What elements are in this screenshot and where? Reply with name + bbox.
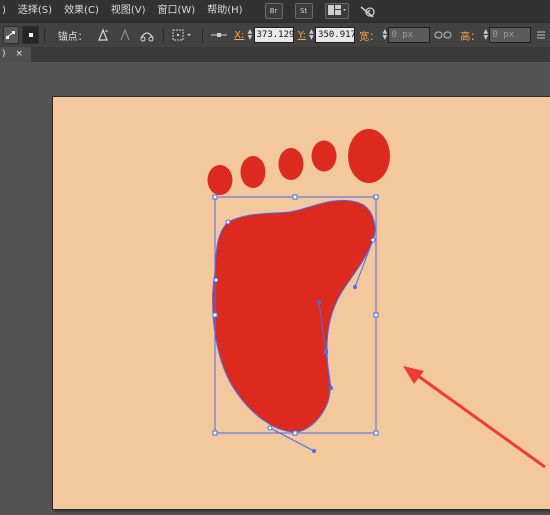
document-tab-bar: ) × <box>0 47 550 63</box>
toe-1[interactable] <box>207 165 233 195</box>
bbox-handle[interactable] <box>212 194 218 200</box>
menu-item-view[interactable]: 视图(V) <box>105 0 152 22</box>
bbox-handle[interactable] <box>212 430 218 436</box>
toe-4[interactable] <box>311 140 337 172</box>
document-tab[interactable]: ) × <box>0 47 31 62</box>
constrain-link-icon[interactable] <box>433 26 453 44</box>
width-label: 宽： <box>359 31 380 43</box>
convert-smooth-button[interactable] <box>22 26 39 44</box>
foot-sole-shape[interactable] <box>212 199 376 433</box>
annotation-arrow-head <box>403 366 424 384</box>
artwork[interactable] <box>0 62 550 515</box>
direction-point[interactable] <box>353 285 357 289</box>
toe-3[interactable] <box>278 148 304 180</box>
y-input[interactable]: 350.917 1 <box>315 27 356 43</box>
height-label: 高： <box>460 31 481 43</box>
anchor-label: 锚点： <box>57 31 88 43</box>
align-anchor-icon[interactable] <box>211 26 228 44</box>
anchor-point-selected[interactable] <box>324 350 328 354</box>
reference-point-icon[interactable] <box>172 26 194 44</box>
menu-item-window[interactable]: 窗口(W) <box>152 0 202 22</box>
gpu-performance-icon[interactable] <box>359 3 377 19</box>
canvas-area[interactable] <box>0 62 550 515</box>
x-input[interactable]: 373.129 1 <box>253 27 294 43</box>
bbox-handle[interactable] <box>373 194 379 200</box>
arrange-documents-icon[interactable] <box>324 3 349 19</box>
direction-point[interactable] <box>312 449 316 453</box>
anchor-point[interactable] <box>225 219 231 225</box>
document-tab-label: ) <box>2 49 6 59</box>
width-input[interactable]: 0 px <box>388 27 431 43</box>
anchor-point[interactable] <box>213 277 219 283</box>
toe-big[interactable] <box>348 129 390 183</box>
bbox-handle[interactable] <box>373 430 379 436</box>
bridge-button[interactable]: Br <box>264 3 283 19</box>
convert-corner-button[interactable] <box>3 26 20 44</box>
y-label: Y: <box>297 29 306 41</box>
cut-path-icon[interactable] <box>139 26 155 44</box>
anchor-point[interactable] <box>370 237 376 243</box>
pen-remove-anchor-icon[interactable] <box>95 26 111 44</box>
bbox-handle[interactable] <box>292 194 298 200</box>
menu-item-effect[interactable]: 效果(C) <box>58 0 105 22</box>
bbox-handle[interactable] <box>373 312 379 318</box>
annotation-arrow-line <box>413 371 546 469</box>
menu-item-partial[interactable]: ) <box>0 0 12 22</box>
toe-2[interactable] <box>240 156 266 188</box>
menu-item-help[interactable]: 帮助(H) <box>201 0 248 22</box>
more-options-icon[interactable] <box>534 26 547 44</box>
control-bar: 锚点： X: ▲▼ 373.129 1 Y: ▲▼ 350.917 1 宽： ▲… <box>0 22 550 48</box>
menu-bar: ) 选择(S) 效果(C) 视图(V) 窗口(W) 帮助(H) Br St <box>0 0 550 22</box>
menu-item-select[interactable]: 选择(S) <box>12 0 58 22</box>
height-stepper[interactable]: ▲ ▼ <box>482 28 489 42</box>
direction-point[interactable] <box>329 386 333 390</box>
pen-add-anchor-icon[interactable] <box>117 26 133 44</box>
direction-point[interactable] <box>317 300 321 304</box>
stock-button[interactable]: St <box>294 3 313 19</box>
anchor-point[interactable] <box>267 425 273 431</box>
x-stepper[interactable]: ▲ ▼ <box>246 28 253 42</box>
close-icon[interactable]: × <box>16 47 24 62</box>
width-stepper[interactable]: ▲ ▼ <box>381 28 388 42</box>
y-stepper[interactable]: ▲ ▼ <box>308 28 315 42</box>
x-label: X: <box>234 29 245 41</box>
height-input[interactable]: 0 px <box>489 27 532 43</box>
bbox-handle[interactable] <box>292 430 298 436</box>
bbox-handle[interactable] <box>212 312 218 318</box>
